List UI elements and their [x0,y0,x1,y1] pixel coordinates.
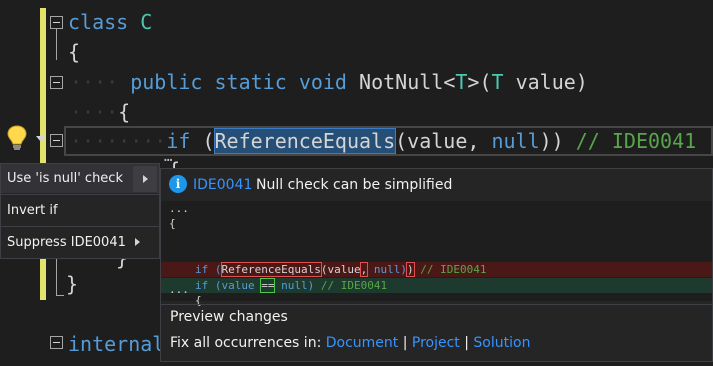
brace: } [66,272,79,296]
added-null: null) [274,279,315,292]
added-eq: == [260,278,276,293]
collapse-if-icon[interactable] [50,134,63,147]
menu-item-label: Use 'is null' check [7,171,123,186]
code-line-class-close[interactable]: } [66,270,78,298]
removed-comment: // IDE0041 [413,263,487,276]
fold-guide [56,29,57,60]
diagnostic-title: Null check can be simplified [256,177,453,193]
fix-project-link[interactable]: Project [412,335,460,351]
angle-open: < [443,70,456,94]
diff-line: { [169,217,176,230]
divider: | [402,335,408,351]
keyword-if: if ( [195,263,222,276]
menu-item-invert-if[interactable]: Invert if [1,196,159,225]
menu-separator [1,226,159,227]
menu-item-suppress[interactable]: Suppress IDE0041 [1,228,159,257]
diff-line: { [195,294,202,307]
diff-line: ... [169,202,189,215]
code-line-method-brace[interactable]: ····{ [70,98,130,126]
angle-close: >( [467,70,492,94]
brace: { [68,40,81,64]
comment: // IDE0041 [575,129,697,153]
collapse-method-icon[interactable] [50,76,63,89]
collapse-internal-icon[interactable] [50,336,63,349]
removed-null: null) [367,263,407,276]
removed-call: ReferenceEquals [220,262,322,277]
info-icon: i [169,175,187,193]
preview-panel: i IDE0041 Null check can be simplified .… [160,168,713,362]
code-line-class[interactable]: class C [68,8,152,36]
fix-document-link[interactable]: Document [326,335,399,351]
menu-item-label: Suppress IDE0041 [7,235,126,250]
method-name: NotNull [359,70,444,94]
fix-all-label: Fix all occurrences in: [170,335,322,351]
param-type: T [491,70,504,94]
keyword-internal: internal [68,332,165,356]
added-if: if (value [195,279,262,292]
type-param: T [455,70,468,94]
open-paren: ( [190,129,215,153]
chevron-down-icon[interactable] [36,136,46,142]
fold-guide-end [56,295,64,296]
diff-preview: ... { if (ReferenceEquals(value, null)) … [161,201,712,307]
param-name: value) [503,70,588,94]
diff-line-ellipsis: ... [169,283,189,296]
preview-separator [161,304,712,305]
code-line-brace[interactable]: { [68,38,80,66]
close-paren: )) [539,129,576,153]
selected-call[interactable]: ReferenceEquals [213,128,397,154]
quick-actions-menu: Use 'is null' check Invert if Suppress I… [0,163,160,259]
preview-header: i IDE0041 Null check can be simplified [161,169,712,199]
keyword-public: public [130,70,203,94]
menu-separator [1,194,159,195]
indent-dots: ···· [70,100,119,124]
submenu-expander[interactable] [133,166,157,192]
indent-dots: ···· [70,70,119,94]
collapse-class-icon[interactable] [50,16,63,29]
keyword-null: null [491,129,540,153]
keyword-static: static [214,70,287,94]
quick-actions-lightbulb[interactable] [2,124,50,154]
call-args: (value, [395,129,492,153]
menu-item-label: Invert if [7,203,58,218]
code-line-method[interactable]: ···· public static void NotNull<T>(T val… [70,68,588,96]
chevron-right-icon [143,175,148,183]
removed-paren: ) [406,262,415,277]
indent-dots: ········ [70,129,167,153]
divider: | [464,335,469,351]
type-name: C [140,10,153,34]
removed-args: (value [320,263,361,276]
diagnostic-id-link[interactable]: IDE0041 [193,177,252,193]
chevron-right-icon [135,238,140,246]
keyword: class [68,10,129,34]
fix-solution-link[interactable]: Solution [473,335,530,351]
code-line-internal[interactable]: internal [68,330,164,358]
lightbulb-icon [7,125,27,150]
fix-all-row: Fix all occurrences in: Document | Proje… [170,335,530,351]
added-comment: // IDE0041 [314,279,388,292]
removed-line: if (ReferenceEquals(value, null)) // IDE… [195,262,486,277]
brace: { [118,100,131,124]
keyword-void: void [298,70,347,94]
preview-changes-link[interactable]: Preview changes [170,309,288,325]
added-line: if (value == null) // IDE0041 [195,278,387,293]
menu-item-use-is-null[interactable]: Use 'is null' check [1,164,159,193]
